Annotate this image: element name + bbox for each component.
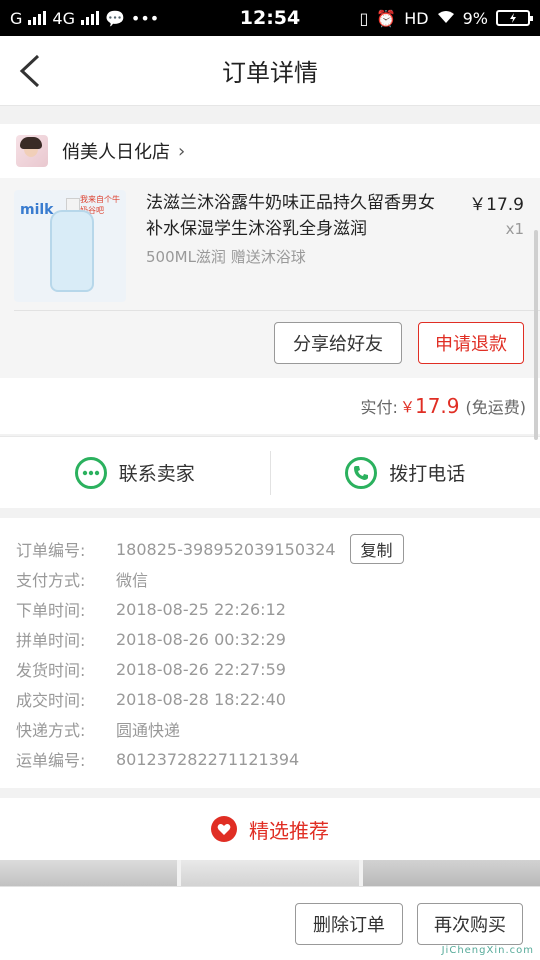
paid-amount: 17.9 <box>414 394 460 418</box>
call-label: 拨打电话 <box>389 463 466 485</box>
row-key: 运单编号: <box>16 751 86 770</box>
order-row-courier: 快递方式: 圆通快递 <box>16 714 524 744</box>
more-dots-icon: ••• <box>130 8 160 28</box>
product-spec: 500ML滋润 赠送沐浴球 <box>146 248 306 266</box>
product-price: ￥17.9 <box>469 195 524 215</box>
contact-bar: 联系卖家 拨打电话 <box>0 436 540 508</box>
watermark: JiChengXin.com <box>441 945 534 956</box>
store-avatar <box>16 135 48 167</box>
row-value: 圆通快递 <box>116 721 181 740</box>
order-row-placed: 下单时间: 2018-08-25 22:26:12 <box>16 594 524 624</box>
phone-icon <box>345 456 378 489</box>
row-key: 成交时间: <box>16 691 86 710</box>
product-card[interactable]: milk 我来自个牛奶谷吧 法滋兰沐浴露牛奶味正品持久留香男女补水保湿学生沐浴乳… <box>0 178 540 378</box>
bottom-action-bar: 删除订单 再次购买 JiChengXin.com <box>0 886 540 960</box>
hd-label: HD <box>404 8 429 28</box>
call-button[interactable]: 拨打电话 <box>271 456 540 489</box>
row-key: 发货时间: <box>16 661 86 680</box>
share-button[interactable]: 分享给好友 <box>274 322 402 364</box>
wifi-icon <box>437 9 455 28</box>
row-value: 2018-08-25 22:26:12 <box>116 599 286 619</box>
battery-percent: 9% <box>462 8 488 28</box>
paid-label: 实付: <box>360 398 398 417</box>
shipping-note: (免运费) <box>465 398 527 417</box>
row-value: 801237282271121394 <box>116 749 300 769</box>
status-bar: G 4G 💬 ••• 12:54 ▯ ⏰ HD 9% <box>0 0 540 36</box>
image-milk-badge: milk <box>20 202 54 218</box>
status-right: ▯ ⏰ HD 9% <box>359 8 533 28</box>
row-key: 快递方式: <box>16 721 86 740</box>
rebuy-button[interactable]: 再次购买 <box>417 903 523 945</box>
alarm-icon: ⏰ <box>376 8 397 28</box>
order-row-shipped: 发货时间: 2018-08-26 22:27:59 <box>16 654 524 684</box>
product-title: 法滋兰沐浴露牛奶味正品持久留香男女补水保湿学生沐浴乳全身滋润 <box>146 193 435 239</box>
vibrate-icon: ▯ <box>359 8 369 28</box>
carrier-label: G <box>10 8 23 28</box>
order-row-number: 订单编号: 180825-398952039150324 复制 <box>16 534 524 564</box>
status-left: G 4G 💬 ••• <box>10 9 360 28</box>
order-row-grouped: 拼单时间: 2018-08-26 00:32:29 <box>16 624 524 654</box>
store-name: 俏美人日化店 <box>62 142 170 163</box>
recommend-title: 精选推荐 <box>249 818 329 843</box>
network-label: 4G <box>52 8 75 28</box>
row-value: 2018-08-26 22:27:59 <box>116 659 286 679</box>
chat-bubble-icon <box>74 456 107 489</box>
row-value: 180825-398952039150324 <box>116 539 336 559</box>
payment-summary: 实付: ￥ 17.9 (免运费) <box>0 378 540 434</box>
back-arrow-icon[interactable] <box>16 54 46 88</box>
copy-button[interactable]: 复制 <box>349 534 404 564</box>
divider <box>14 310 540 311</box>
contact-seller-label: 联系卖家 <box>118 463 195 485</box>
page-title: 订单详情 <box>222 59 318 87</box>
battery-icon <box>496 10 533 26</box>
chat-icon: 💬 <box>104 8 125 28</box>
recommend-header: 精选推荐 <box>0 798 540 860</box>
currency-symbol: ￥ <box>399 397 415 416</box>
order-details: 订单编号: 180825-398952039150324 复制 支付方式: 微信… <box>0 518 540 788</box>
row-value: 2018-08-26 00:32:29 <box>116 629 286 649</box>
bottle-shape <box>50 210 94 292</box>
order-row-completed: 成交时间: 2018-08-28 18:22:40 <box>16 684 524 714</box>
row-value: 微信 <box>116 571 149 590</box>
row-key: 订单编号: <box>16 541 86 560</box>
row-value: 2018-08-28 18:22:40 <box>116 689 286 709</box>
signal-icon <box>28 11 47 25</box>
store-row[interactable]: 俏美人日化店 › <box>0 124 540 178</box>
product-quantity: x1 <box>505 220 524 238</box>
heart-icon <box>211 816 237 842</box>
refund-button[interactable]: 申请退款 <box>418 322 524 364</box>
scrollbar[interactable] <box>534 230 538 440</box>
row-key: 拼单时间: <box>16 631 86 650</box>
delete-order-button[interactable]: 删除订单 <box>295 903 403 945</box>
order-row-tracking: 运单编号: 801237282271121394 <box>16 744 524 774</box>
row-key: 下单时间: <box>16 601 86 620</box>
chevron-right-icon: › <box>178 140 186 162</box>
row-key: 支付方式: <box>16 571 86 590</box>
signal-icon-2 <box>80 11 99 25</box>
product-image[interactable]: milk 我来自个牛奶谷吧 <box>14 190 126 302</box>
app-header: 订单详情 <box>0 36 540 106</box>
contact-seller-button[interactable]: 联系卖家 <box>0 456 270 489</box>
order-row-payment: 支付方式: 微信 <box>16 564 524 594</box>
